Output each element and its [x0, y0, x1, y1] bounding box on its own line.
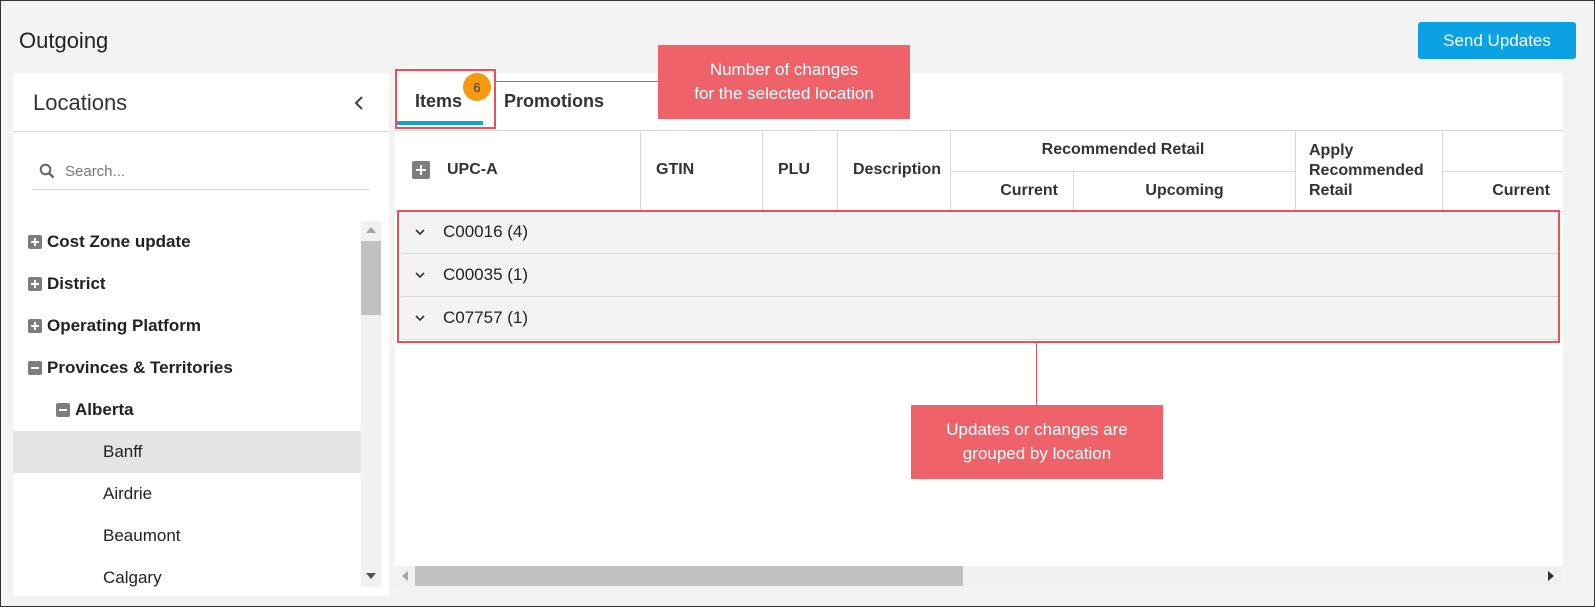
col-header-gtin[interactable]: GTIN — [656, 161, 694, 179]
badge-callout-line2: for the selected location — [694, 84, 874, 103]
tree-item-cost-zone-update[interactable]: Cost Zone update — [13, 221, 368, 263]
grid-horizontal-scrollbar[interactable] — [395, 566, 1563, 586]
collapse-minus-icon[interactable] — [28, 361, 42, 375]
locations-title: Locations — [33, 90, 128, 115]
expand-plus-icon[interactable] — [28, 277, 42, 291]
tree-item-label: Banff — [103, 442, 143, 461]
callout-connector — [496, 81, 658, 82]
tree-item-alberta[interactable]: Alberta — [13, 389, 368, 431]
column-divider — [762, 131, 763, 211]
tree-item-label: Beaumont — [103, 526, 181, 545]
column-divider — [640, 131, 641, 211]
tab-promotions[interactable]: Promotions — [504, 91, 604, 112]
tree-item-banff[interactable]: Banff — [13, 431, 368, 473]
column-divider — [1295, 131, 1296, 211]
tree-vertical-scrollbar[interactable] — [361, 221, 381, 587]
locations-header: Locations — [13, 73, 389, 132]
col-header-current[interactable]: Current — [1443, 182, 1550, 200]
expand-all-plus-icon[interactable] — [412, 161, 430, 179]
locations-panel: Locations Cost Zone update District Oper… — [13, 73, 389, 596]
col-header-recommended-retail: Recommended Retail — [1041, 141, 1205, 158]
group-callout-line2: grouped by location — [962, 444, 1112, 463]
group-rows-highlight — [397, 210, 1560, 343]
page-title: Outgoing — [19, 28, 109, 53]
col-header-apply-recommended-retail[interactable]: Apply Recommended Retail — [1309, 141, 1434, 201]
search-icon — [39, 163, 55, 179]
column-divider — [837, 131, 838, 211]
tree-item-label: Cost Zone update — [47, 232, 191, 251]
scroll-down-arrow-icon[interactable] — [366, 573, 376, 579]
col-header-description[interactable]: Description — [853, 161, 941, 179]
tree-item-label: Operating Platform — [47, 316, 201, 335]
tree-item-airdrie[interactable]: Airdrie — [13, 473, 368, 515]
tree-item-label: Calgary — [103, 568, 162, 587]
tree-item-label: Alberta — [75, 400, 134, 419]
chevron-left-icon — [354, 96, 363, 110]
search-box — [33, 153, 369, 190]
send-updates-button[interactable]: Send Updates — [1418, 22, 1576, 59]
tree-item-district[interactable]: District — [13, 263, 368, 305]
tree-item-provinces-territories[interactable]: Provinces & Territories — [13, 347, 368, 389]
col-header-upca[interactable]: UPC-A — [447, 161, 498, 179]
expand-plus-icon[interactable] — [28, 235, 42, 249]
location-tree: Cost Zone update District Operating Plat… — [13, 221, 368, 596]
collapse-panel-button[interactable] — [351, 93, 369, 113]
tree-item-label: Airdrie — [103, 484, 153, 503]
group-callout: Updates or changes are grouped by locati… — [911, 405, 1163, 479]
tree-item-beaumont[interactable]: Beaumont — [13, 515, 368, 557]
search-input[interactable] — [63, 157, 367, 185]
col-header-rr-current[interactable]: Current — [951, 182, 1058, 200]
tree-item-calgary[interactable]: Calgary — [13, 557, 368, 596]
scroll-up-arrow-icon[interactable] — [366, 227, 376, 233]
tree-item-label: Provinces & Territories — [47, 358, 233, 377]
callout-connector — [1036, 343, 1037, 405]
tree-item-label: District — [47, 274, 106, 293]
col-header-plu[interactable]: PLU — [778, 161, 810, 179]
badge-callout-line1: Number of changes — [709, 60, 859, 80]
header-subdivider — [951, 171, 1295, 172]
scrollbar-thumb[interactable] — [361, 241, 381, 315]
badge-callout: Number of changes for the selected locat… — [658, 45, 910, 119]
scroll-right-arrow-icon[interactable] — [1548, 571, 1554, 581]
grid-header: UPC-A GTIN PLU Description Recommended R… — [395, 131, 1563, 212]
expand-plus-icon[interactable] — [28, 319, 42, 333]
items-tab-highlight — [395, 69, 496, 129]
col-header-rr-upcoming[interactable]: Upcoming — [1074, 182, 1295, 200]
scroll-left-arrow-icon[interactable] — [402, 571, 408, 581]
scrollbar-thumb[interactable] — [415, 566, 963, 586]
collapse-minus-icon[interactable] — [56, 403, 70, 417]
header-subdivider — [1443, 171, 1563, 172]
group-callout-line1: Updates or changes are — [946, 420, 1128, 440]
tree-item-operating-platform[interactable]: Operating Platform — [13, 305, 368, 347]
